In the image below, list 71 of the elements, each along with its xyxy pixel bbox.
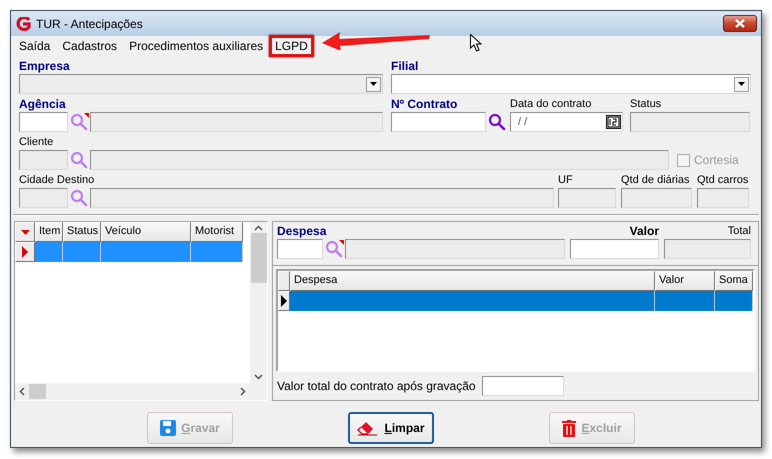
column-header[interactable]: Valor	[655, 271, 715, 291]
row-indicator[interactable]	[278, 291, 290, 311]
trash-icon	[562, 420, 576, 436]
checkbox-label: Cortesia	[694, 153, 739, 167]
table-cell[interactable]	[101, 242, 191, 262]
close-icon	[734, 19, 746, 28]
app-logo-icon	[15, 16, 31, 30]
scroll-left-icon[interactable]	[19, 387, 25, 396]
eraser-icon	[357, 420, 380, 436]
close-button[interactable]	[723, 15, 757, 32]
field-label: Nº Contrato	[391, 97, 458, 112]
date-value: / /	[517, 116, 528, 128]
corner-flag-icon	[339, 240, 344, 245]
column-header[interactable]: Veículo	[101, 222, 191, 242]
table-cell[interactable]	[715, 291, 753, 311]
column-header[interactable]: Soma	[715, 271, 753, 291]
search-icon[interactable]	[325, 240, 343, 258]
field-label: Qtd carros	[697, 173, 748, 188]
column-header[interactable]: Status	[63, 222, 101, 242]
row-pointer-icon	[22, 246, 28, 258]
scroll-up-icon[interactable]	[254, 225, 263, 231]
calendar-icon[interactable]	[606, 115, 621, 129]
date-field[interactable]: / /	[510, 112, 623, 132]
field-label: Total	[728, 224, 751, 239]
table-cell[interactable]	[290, 291, 655, 311]
contract-field[interactable]	[391, 112, 486, 132]
scrollbar-thumb[interactable]	[250, 233, 266, 283]
menu-item[interactable]: LGPD	[269, 35, 314, 57]
vertical-scrollbar[interactable]	[250, 222, 267, 383]
menu-item[interactable]: Saída	[13, 35, 56, 57]
menu-item[interactable]: Procedimentos auxiliares	[123, 35, 270, 57]
caret-icon	[738, 82, 745, 86]
scroll-right-icon[interactable]	[240, 387, 246, 396]
table-cell[interactable]	[35, 242, 63, 262]
column-header[interactable]: Motorist	[191, 222, 243, 242]
field-label: Cliente	[19, 135, 54, 150]
mouse-cursor-icon	[470, 34, 482, 52]
field-label: Qtd de diárias	[621, 173, 690, 188]
table-cell[interactable]	[655, 291, 715, 311]
window-title: TUR - Antecipações	[36, 16, 143, 30]
field-label: Data do contrato	[510, 97, 592, 112]
row-pointer-icon	[281, 295, 287, 307]
field-label: Agência	[19, 97, 66, 112]
corner-flag-icon	[84, 113, 89, 118]
field-label: Valor	[630, 224, 659, 239]
caret-icon	[370, 82, 377, 86]
field-label: Status	[630, 97, 662, 112]
table-cell[interactable]	[191, 242, 243, 262]
code-field[interactable]	[277, 239, 323, 259]
text-field[interactable]	[570, 239, 659, 259]
search-icon[interactable]	[488, 113, 506, 131]
table-cell[interactable]	[63, 242, 101, 262]
dropdown-field[interactable]	[391, 74, 751, 94]
scroll-down-icon[interactable]	[254, 374, 263, 380]
field-label: Valor total do contrato após gravação	[277, 379, 476, 393]
field-label: Empresa	[19, 59, 70, 74]
column-header[interactable]: Despesa	[290, 271, 655, 291]
clear-button[interactable]: Limpar	[348, 412, 434, 444]
scrollbar-thumb[interactable]	[29, 384, 46, 399]
total-field[interactable]	[482, 376, 564, 396]
menu-item[interactable]: Cadastros	[56, 35, 124, 57]
field-label: Filial	[391, 59, 418, 74]
column-header[interactable]: Item	[35, 222, 63, 242]
field-label: Cidade Destino	[19, 173, 94, 188]
code-field[interactable]	[19, 112, 68, 132]
dropdown-icon[interactable]	[20, 230, 30, 234]
field-label: UF	[558, 173, 573, 188]
sort-indicator[interactable]	[15, 222, 35, 242]
field-label: Despesa	[277, 224, 326, 239]
search-icon[interactable]	[70, 113, 88, 131]
horizontal-scrollbar[interactable]	[15, 383, 250, 400]
